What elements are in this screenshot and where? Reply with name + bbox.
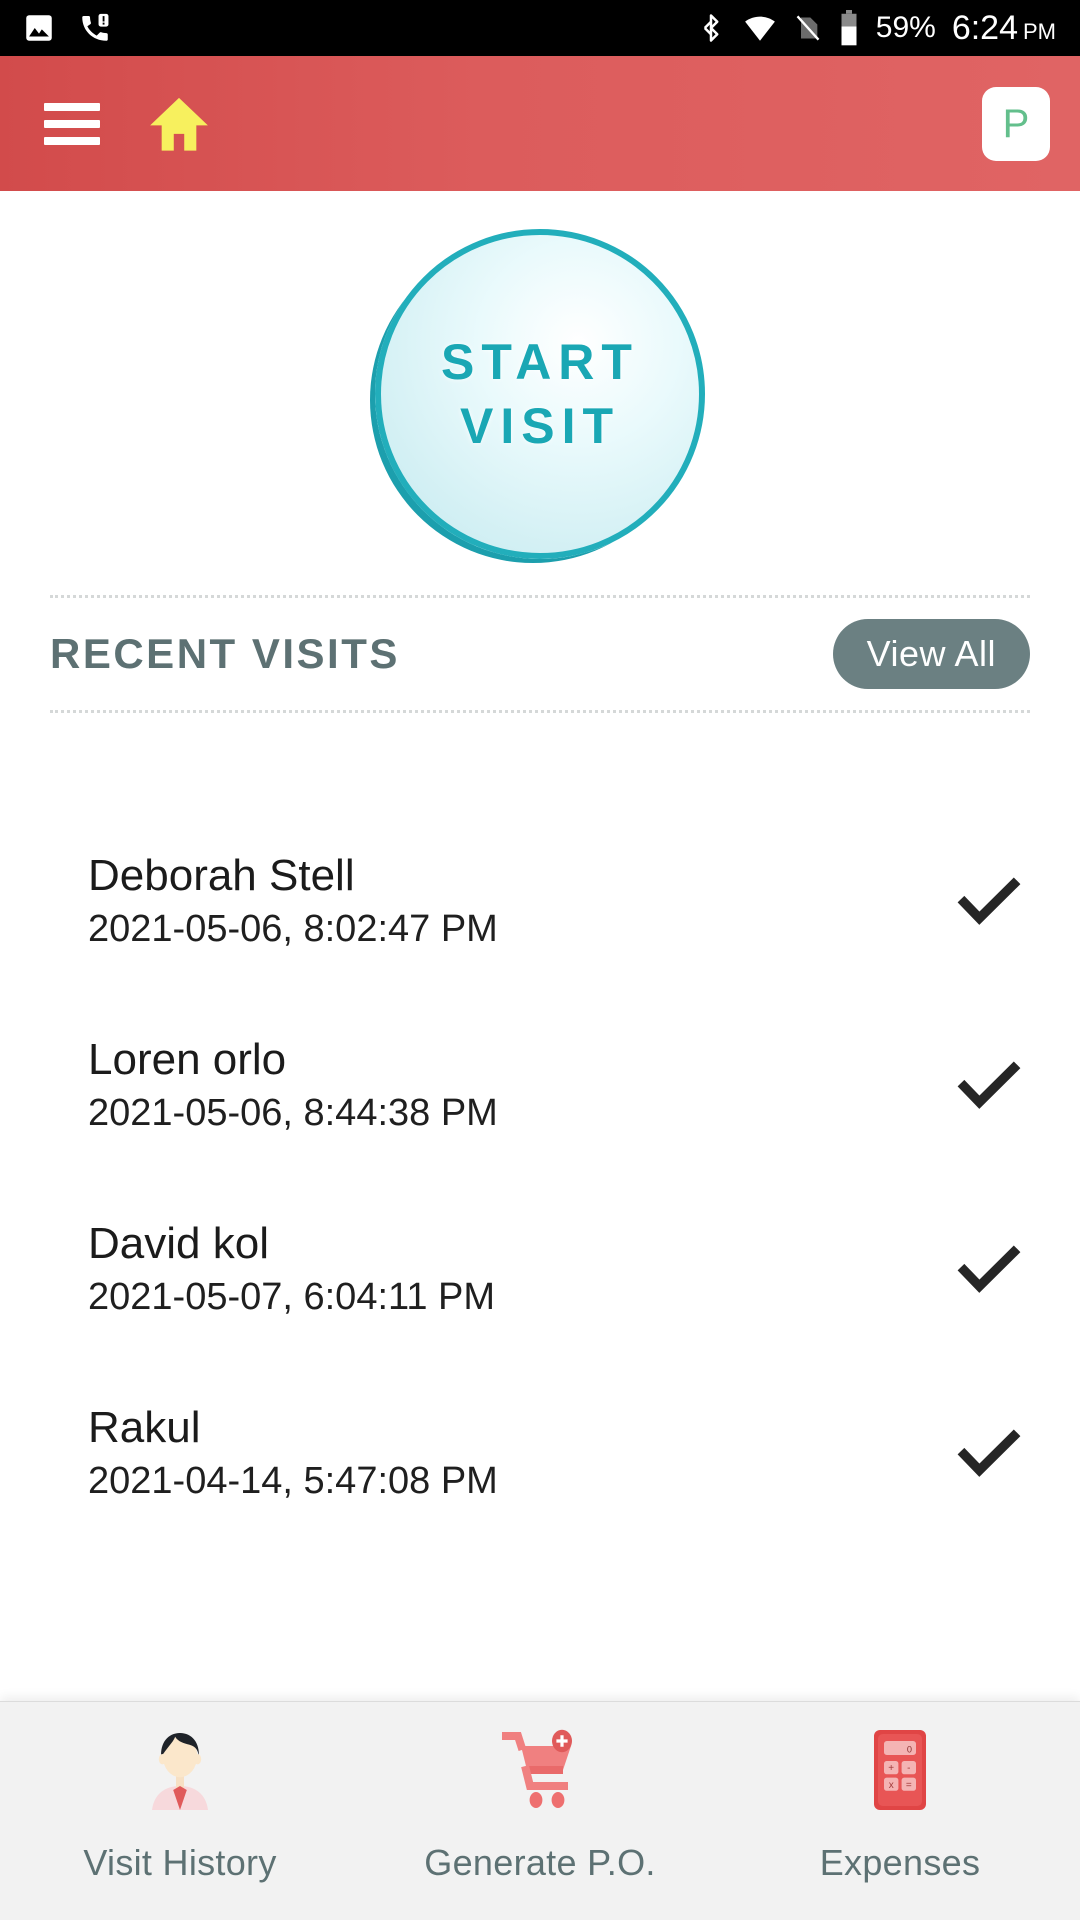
visit-timestamp: 2021-04-14, 5:47:08 PM: [88, 1460, 498, 1503]
profile-initial: P: [1002, 101, 1030, 146]
start-visit-label-line1: START: [441, 334, 639, 390]
visit-timestamp: 2021-05-06, 8:44:38 PM: [88, 1092, 498, 1135]
recent-visits-header: RECENT VISITS View All: [50, 595, 1030, 713]
phone-missed-icon: [82, 13, 109, 41]
hamburger-bar: [44, 119, 100, 128]
visit-timestamp: 2021-05-07, 6:04:11 PM: [88, 1276, 496, 1319]
start-visit-section: START VISIT: [0, 191, 1080, 559]
nav-label: Generate P.O.: [424, 1842, 656, 1883]
calculator-icon: 0 + - x =: [874, 1730, 926, 1810]
check-icon: [957, 877, 1021, 925]
main-content: START VISIT RECENT VISITS View All Debor…: [0, 191, 1080, 1701]
svg-text:x: x: [889, 1780, 894, 1791]
home-icon[interactable]: [146, 91, 212, 157]
bluetooth-icon: [703, 14, 719, 42]
visit-details: Deborah Stell 2021-05-06, 8:02:47 PM: [88, 850, 498, 952]
recent-visits-list: Deborah Stell 2021-05-06, 8:02:47 PM Lor…: [0, 809, 1080, 1545]
sim-off-icon: [796, 15, 820, 41]
person-avatar-icon: [152, 1733, 208, 1810]
status-bar-left-icons: [0, 11, 112, 45]
hamburger-bar: [44, 102, 100, 111]
recent-visits-title: RECENT VISITS: [50, 630, 400, 677]
svg-text:=: =: [906, 1780, 912, 1791]
visit-name: Deborah Stell: [88, 851, 355, 901]
start-visit-button[interactable]: START VISIT: [375, 229, 705, 559]
profile-badge[interactable]: P: [982, 86, 1050, 161]
visit-timestamp: 2021-05-06, 8:02:47 PM: [88, 908, 498, 951]
status-bar-clock: 6:24 PM: [952, 11, 1056, 45]
visit-details: David kol 2021-05-07, 6:04:11 PM: [88, 1218, 495, 1320]
check-icon: [957, 1245, 1021, 1293]
hamburger-bar: [44, 136, 100, 145]
shopping-cart-plus-icon: [502, 1729, 572, 1808]
list-item[interactable]: Rakul 2021-04-14, 5:47:08 PM: [0, 1361, 1080, 1545]
app-bar: P: [0, 56, 1080, 191]
visit-details: Loren orlo 2021-05-06, 8:44:38 PM: [88, 1034, 498, 1136]
visit-details: Rakul 2021-04-14, 5:47:08 PM: [88, 1402, 498, 1504]
visit-name: David kol: [88, 1219, 269, 1269]
start-visit-label-line2: VISIT: [459, 398, 621, 454]
wifi-icon: [744, 16, 775, 41]
visit-name: Loren orlo: [88, 1035, 287, 1085]
clock-time: 6:24: [951, 9, 1018, 47]
battery-percent: 59%: [875, 11, 936, 44]
nav-item-visit-history[interactable]: Visit History: [0, 1702, 360, 1920]
visit-name: Rakul: [88, 1403, 201, 1453]
image-icon: [26, 15, 52, 41]
list-item[interactable]: Loren orlo 2021-05-06, 8:44:38 PM: [0, 993, 1080, 1177]
bottom-navigation-bar: Visit History Generate P.O. 0 + - x = Ex…: [0, 1701, 1080, 1920]
nav-label: Expenses: [819, 1842, 981, 1883]
list-item[interactable]: David kol 2021-05-07, 6:04:11 PM: [0, 1177, 1080, 1361]
svg-text:0: 0: [907, 1744, 912, 1754]
check-icon: [957, 1061, 1021, 1109]
svg-text:-: -: [907, 1763, 910, 1774]
list-item[interactable]: Deborah Stell 2021-05-06, 8:02:47 PM: [0, 809, 1080, 993]
svg-text:+: +: [888, 1763, 894, 1774]
battery-icon: [841, 10, 857, 46]
hamburger-menu-icon[interactable]: [44, 102, 100, 145]
status-bar: 59% 6:24 PM: [0, 0, 1080, 56]
nav-label: Visit History: [83, 1842, 277, 1883]
check-icon: [957, 1429, 1021, 1477]
status-bar-right-icons: 59% 6:24 PM: [696, 10, 1080, 46]
view-all-button[interactable]: View All: [832, 619, 1030, 689]
nav-item-generate-po[interactable]: Generate P.O.: [360, 1702, 720, 1920]
nav-item-expenses[interactable]: 0 + - x = Expenses: [720, 1702, 1080, 1920]
clock-ampm: PM: [1023, 19, 1056, 44]
